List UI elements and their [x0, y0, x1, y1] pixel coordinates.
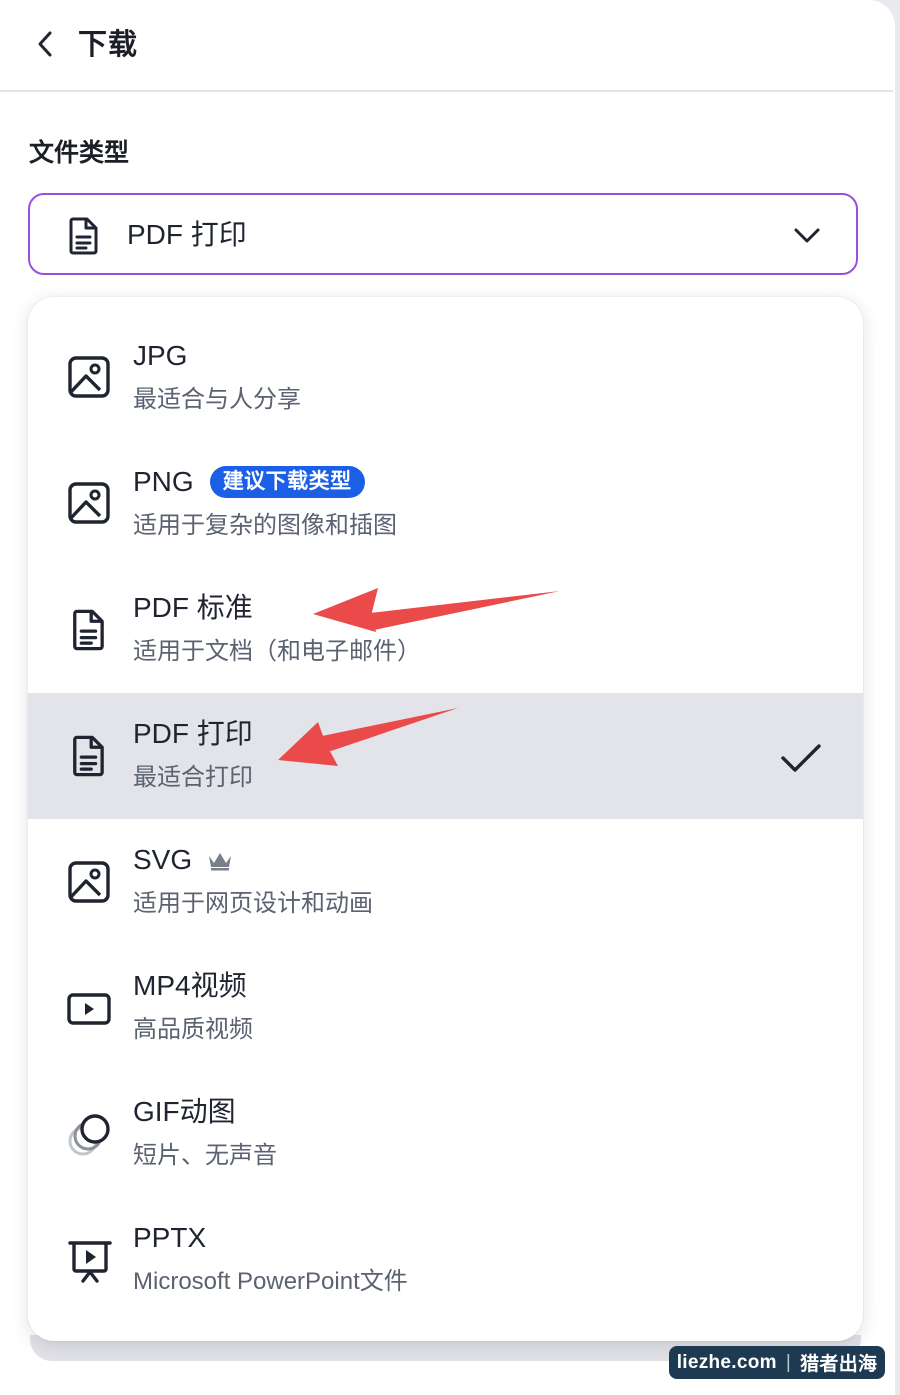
file-type-select[interactable]: PDF 打印 — [28, 193, 858, 275]
option-title: PPTX — [133, 1222, 207, 1253]
option-title-text: SVG — [133, 844, 193, 875]
option-pdf-standard[interactable]: PDF 标准 适用于文档（和电子邮件） — [28, 569, 863, 695]
presentation-icon — [66, 1237, 112, 1283]
option-gif[interactable]: GIF动图 短片、无声音 — [28, 1071, 863, 1197]
option-description: 最适合打印 — [133, 764, 253, 791]
video-play-icon — [66, 989, 112, 1035]
option-pdf-print[interactable]: PDF 打印 最适合打印 — [28, 693, 863, 819]
option-title-text: PNG — [133, 466, 194, 497]
chevron-left-icon — [38, 31, 52, 57]
option-mp4[interactable]: MP4视频 高品质视频 — [28, 945, 863, 1071]
option-jpg[interactable]: JPG 最适合与人分享 — [28, 317, 863, 443]
option-description: 适用于网页设计和动画 — [133, 890, 373, 917]
recommended-badge: 建议下载类型 — [209, 466, 365, 498]
check-icon — [781, 744, 821, 772]
file-type-label: 文件类型 — [29, 139, 130, 167]
option-title: PDF 标准 — [133, 592, 253, 623]
back-button[interactable] — [28, 26, 64, 62]
image-icon — [66, 480, 112, 526]
option-description: 高品质视频 — [133, 1016, 253, 1043]
option-title: PDF 打印 — [133, 718, 253, 749]
watermark-separator: | — [785, 1351, 792, 1373]
panel-header: 下载 — [0, 0, 893, 92]
document-icon — [66, 607, 112, 653]
option-description: Microsoft PowerPoint文件 — [133, 1268, 408, 1295]
file-type-dropdown: JPG 最适合与人分享 PNG 建议下载类型 适用于复杂的图像和插图 PDF 标… — [28, 297, 863, 1341]
selected-file-type: PDF 打印 — [127, 219, 247, 250]
option-title: PNG 建议下载类型 — [133, 463, 365, 501]
option-svg[interactable]: SVG 适用于网页设计和动画 — [28, 819, 863, 945]
page-title: 下载 — [78, 29, 139, 61]
option-title: GIF动图 — [133, 1096, 236, 1127]
image-icon — [66, 859, 112, 905]
option-title: MP4视频 — [133, 970, 247, 1001]
option-description: 短片、无声音 — [133, 1142, 277, 1169]
option-description: 适用于文档（和电子邮件） — [133, 638, 421, 665]
watermark-badge: liezhe.com | 猎者出海 — [669, 1346, 885, 1379]
chevron-down-icon — [794, 228, 820, 243]
document-icon — [66, 733, 112, 779]
document-icon — [69, 217, 98, 255]
option-description: 适用于复杂的图像和插图 — [133, 512, 397, 539]
option-description: 最适合与人分享 — [133, 386, 301, 413]
watermark-site: liezhe.com — [676, 1351, 777, 1373]
image-icon — [66, 354, 112, 400]
gif-circles-icon — [66, 1109, 112, 1156]
option-title: JPG — [133, 340, 188, 371]
watermark-name: 猎者出海 — [800, 1354, 878, 1375]
option-png[interactable]: PNG 建议下载类型 适用于复杂的图像和插图 — [28, 443, 863, 569]
option-title: SVG — [133, 841, 234, 879]
option-pptx[interactable]: PPTX Microsoft PowerPoint文件 — [28, 1197, 863, 1323]
crown-icon — [209, 853, 232, 871]
